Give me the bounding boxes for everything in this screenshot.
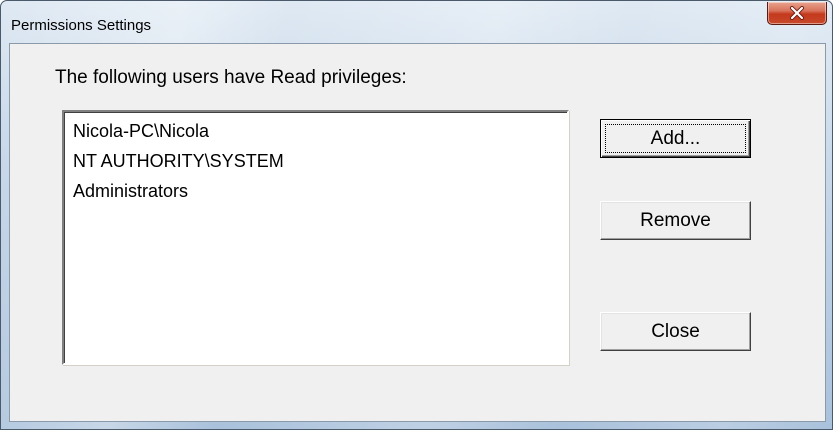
prompt-label: The following users have Read privileges… — [55, 67, 407, 88]
remove-button[interactable]: Remove — [600, 201, 751, 240]
list-item[interactable]: NT AUTHORITY\SYSTEM — [73, 146, 567, 176]
title-bar[interactable]: Permissions Settings — [1, 1, 832, 39]
close-icon — [789, 6, 805, 20]
window-title: Permissions Settings — [11, 17, 152, 34]
users-listbox[interactable]: Nicola-PC\Nicola NT AUTHORITY\SYSTEM Adm… — [62, 110, 569, 365]
add-button[interactable]: Add... — [600, 119, 751, 158]
add-button-label: Add... — [650, 127, 701, 149]
close-button[interactable]: Close — [600, 312, 751, 351]
list-item[interactable]: Nicola-PC\Nicola — [73, 116, 567, 146]
dialog-window: Permissions Settings The following users… — [0, 0, 833, 430]
list-item[interactable]: Administrators — [73, 176, 567, 206]
dialog-body: The following users have Read privileges… — [9, 43, 826, 422]
close-window-button[interactable] — [767, 2, 827, 25]
